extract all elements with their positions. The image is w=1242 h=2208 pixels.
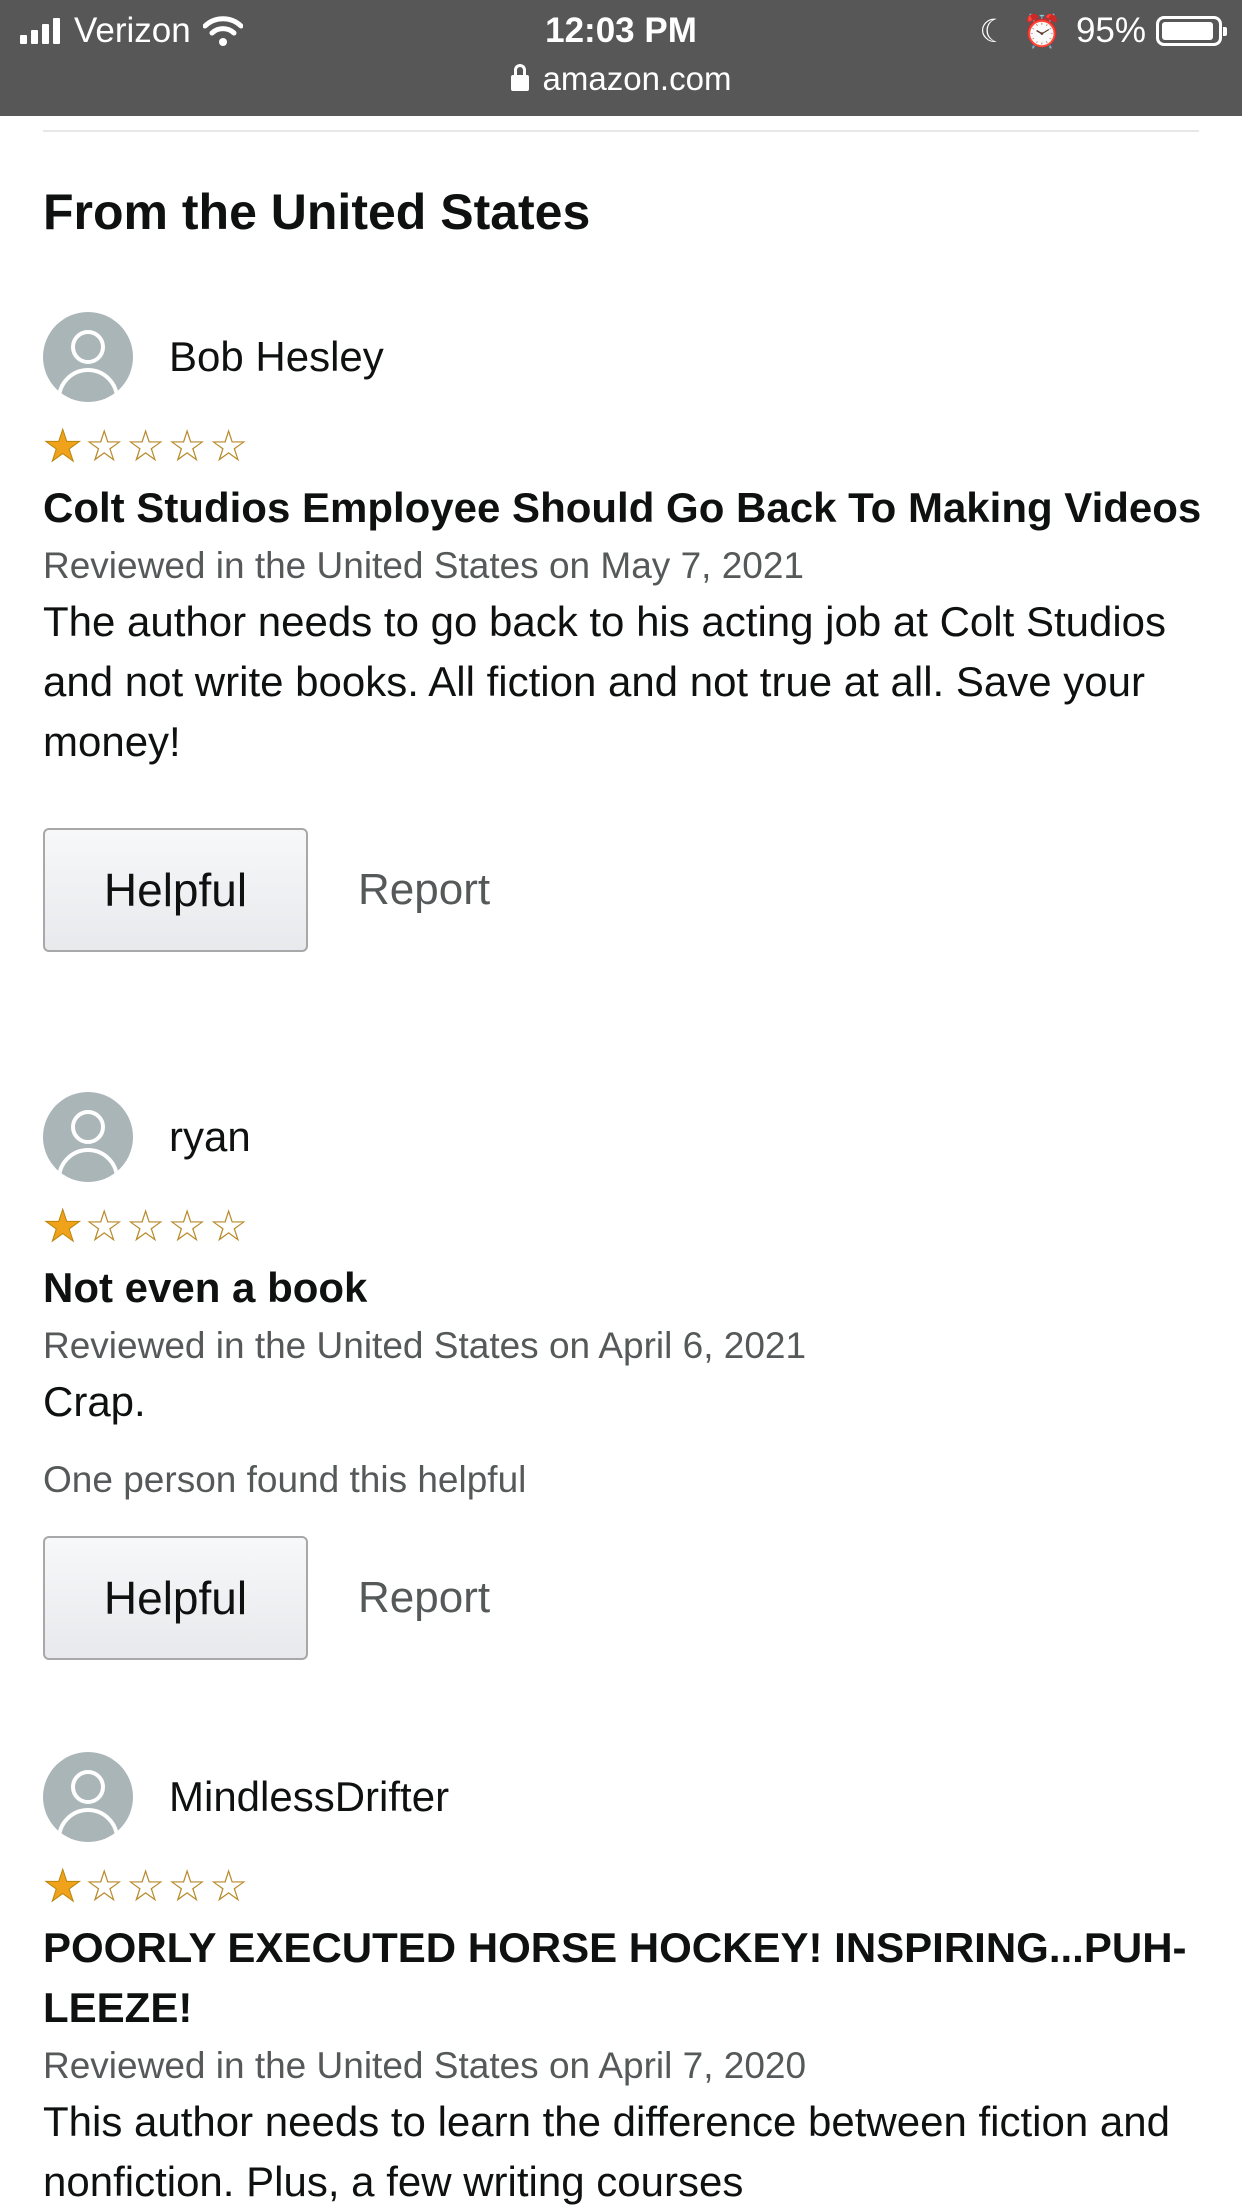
reviewer-profile[interactable]: ryan (43, 1092, 1203, 1182)
star-empty-icon: ☆ (167, 1862, 209, 1911)
review-body: This author needs to learn the differenc… (43, 2098, 1170, 2205)
battery-percent: 95% (1075, 11, 1146, 50)
reviewer-name: ryan (169, 1113, 251, 1160)
avatar (43, 1092, 133, 1182)
review-card: MindlessDrifter ★☆☆☆☆ POORLY EXECUTED HO… (42, 1752, 1203, 2208)
reviewer-name: Bob Hesley (169, 333, 384, 380)
reviewer-profile[interactable]: MindlessDrifter (43, 1752, 1203, 1842)
star-empty-icon: ☆ (84, 1202, 126, 1251)
status-right: ☾ ⏰ 95% (979, 10, 1227, 52)
review-actions: Helpful Report (43, 1536, 1203, 1660)
lock-icon (510, 64, 529, 92)
review-body: Crap. (43, 1378, 146, 1425)
report-link[interactable]: Report (358, 865, 490, 915)
review-title[interactable]: Colt Studios Employee Should Go Back To … (43, 478, 1203, 538)
review-card: Bob Hesley ★☆☆☆☆ Colt Studios Employee S… (42, 312, 1203, 952)
url-text: amazon.com (542, 60, 732, 97)
review-body: The author needs to go back to his actin… (43, 598, 1167, 765)
avatar (43, 312, 133, 402)
star-rating: ★☆☆☆☆ (42, 1202, 1203, 1251)
divider (43, 130, 1199, 132)
status-bar: Verizon 12:03 PM amazon.com ☾ ⏰ 95% (0, 0, 1242, 116)
moon-icon: ☾ (979, 13, 1009, 49)
star-empty-icon: ☆ (125, 422, 168, 471)
helpful-button[interactable]: Helpful (43, 1536, 308, 1660)
star-filled-icon: ★ (42, 1862, 85, 1911)
battery-icon (1156, 16, 1227, 46)
review-date: Reviewed in the United States on April 6… (43, 1325, 807, 1366)
report-link[interactable]: Report (358, 1573, 490, 1623)
star-empty-icon: ☆ (84, 422, 126, 471)
review-date: Reviewed in the United States on April 7… (43, 2045, 807, 2086)
star-filled-icon: ★ (42, 1202, 85, 1251)
star-filled-icon: ★ (42, 422, 85, 471)
helpful-count: One person found this helpful (43, 1459, 527, 1500)
section-title: From the United States (43, 184, 591, 240)
alarm-icon: ⏰ (1022, 13, 1062, 49)
star-empty-icon: ☆ (208, 1862, 251, 1911)
star-empty-icon: ☆ (167, 422, 209, 471)
reviewer-name: MindlessDrifter (169, 1773, 450, 1820)
helpful-button[interactable]: Helpful (43, 828, 308, 952)
reviewer-profile[interactable]: Bob Hesley (43, 312, 1203, 402)
star-rating: ★☆☆☆☆ (42, 422, 1203, 471)
star-empty-icon: ☆ (84, 1862, 126, 1911)
star-empty-icon: ☆ (125, 1202, 168, 1251)
battery-fill (1162, 22, 1214, 40)
star-empty-icon: ☆ (208, 422, 251, 471)
url-bar[interactable]: amazon.com (0, 58, 1242, 100)
star-empty-icon: ☆ (125, 1862, 168, 1911)
review-actions: Helpful Report (43, 828, 1203, 952)
review-title[interactable]: POORLY EXECUTED HORSE HOCKEY! INSPIRING.… (43, 1918, 1203, 2038)
star-rating: ★☆☆☆☆ (42, 1862, 1203, 1911)
review-card: ryan ★☆☆☆☆ Not even a book Reviewed in t… (42, 1092, 1203, 1660)
avatar (43, 1752, 133, 1842)
review-title[interactable]: Not even a book (43, 1258, 1203, 1318)
star-empty-icon: ☆ (167, 1202, 209, 1251)
star-empty-icon: ☆ (208, 1202, 251, 1251)
review-date: Reviewed in the United States on May 7, … (43, 545, 805, 586)
